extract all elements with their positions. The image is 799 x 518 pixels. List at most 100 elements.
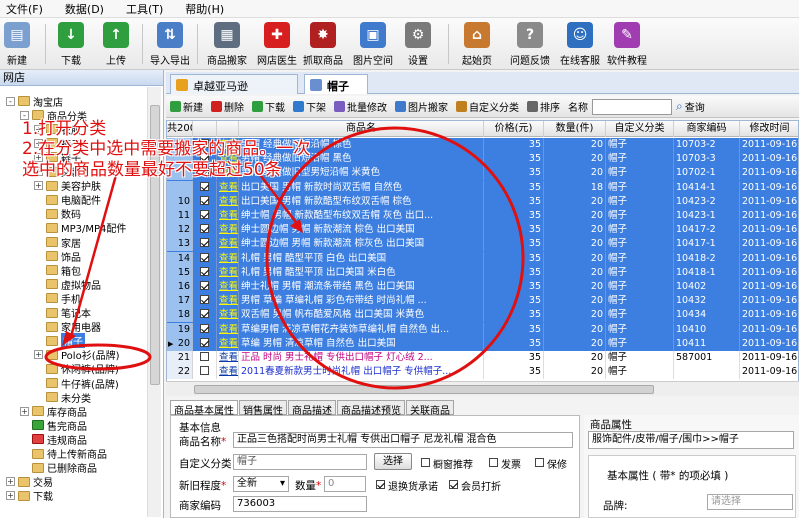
property-tab-0[interactable]: 商品基本属性 [170,400,238,417]
menu-item-3[interactable]: 帮助(H) [185,1,224,17]
grid-tool-7[interactable]: 排序 [527,99,560,114]
row-checkbox[interactable] [200,337,209,347]
toolbar-button-12[interactable]: ✎ 软件教程 [607,20,647,68]
table-row[interactable]: 13 查看 绅士圆边帽 男帽 新款潮流 棕灰色 出口美国 35 20 帽子 10417-1 2… [167,237,798,252]
category-input[interactable]: 帽子 [233,454,367,470]
table-row[interactable]: 19 查看 草编男帽 清凉草帽花卉装饰草编礼帽 自然色 出... 35 20 帽子 1041… [167,322,798,337]
quantity-input[interactable]: 0 [324,476,366,492]
grid-tool-3[interactable]: 下架 [293,99,326,114]
property-tab-2[interactable]: 商品描述 [288,400,336,417]
table-row[interactable]: ▶ 20 查看 草编 男帽 清凉草帽 自然色 出口美国 35 20 帽子 10411 2011-… [167,336,798,351]
row-checkbox-cell[interactable] [193,365,217,380]
row-checkbox-cell[interactable] [193,308,217,323]
row-checkbox[interactable] [200,195,209,205]
column-header-4[interactable]: 价格(元) [484,121,544,137]
tree-item-12[interactable]: 箱包 [34,263,81,278]
toolbar-button-4[interactable]: ▦ 商品搬家 [207,20,247,68]
view-link-cell[interactable]: 查看 [217,308,239,323]
tree-item-10[interactable]: 家居 [34,235,81,250]
table-row[interactable]: 21 查看 正品 时尚 男士礼帽 专供出口帽子 灯心绒 2... 35 20 帽子 5870… [167,351,798,365]
table-row[interactable]: 15 查看 礼帽 男帽 酷型平顶 出口美国 米白色 35 20 帽子 10418-1 2011… [167,265,798,280]
row-checkbox[interactable] [200,210,209,219]
grid-tool-1[interactable]: 删除 [211,99,244,114]
view-link[interactable]: 查看 [219,196,238,207]
view-link[interactable]: 查看 [219,253,238,264]
column-header-6[interactable]: 自定义分类 [606,121,674,137]
view-link-cell[interactable]: 查看 [217,265,239,280]
view-link-cell[interactable]: 查看 [217,223,239,238]
row-checkbox-cell[interactable] [193,223,217,238]
tree-item-8[interactable]: 数码 [34,207,81,221]
expand-icon[interactable]: + [6,477,15,487]
condition-select[interactable]: 全新 ▾ [233,476,289,492]
row-checkbox-cell[interactable] [193,209,217,223]
view-link[interactable]: 查看 [219,281,238,292]
tree-item-13[interactable]: 虚拟物品 [34,277,101,292]
grid-tool-6[interactable]: 自定义分类 [456,99,519,114]
tree-item-27[interactable]: + 交易 [6,475,53,489]
tree-item-22[interactable]: + 库存商品 [20,404,87,419]
row-checkbox-cell[interactable] [193,237,217,252]
brand-select[interactable]: 请选择 [707,494,793,510]
row-checkbox[interactable] [200,238,209,248]
tree-item-11[interactable]: 饰品 [34,249,81,264]
menu-item-1[interactable]: 数据(D) [65,1,104,17]
view-link[interactable]: 查看 [219,182,238,193]
view-link-cell[interactable]: 查看 [217,351,239,365]
product-name-input[interactable]: 正品三色搭配时尚男士礼帽 专供出口帽子 尼龙礼帽 混合色 [233,432,573,448]
view-link-cell[interactable]: 查看 [217,237,239,252]
view-link-cell[interactable]: 查看 [217,180,239,195]
tree-item-25[interactable]: 待上传新商品 [20,447,107,461]
view-link[interactable]: 查看 [219,309,238,320]
collapse-icon[interactable]: - [6,96,15,106]
view-link[interactable]: 查看 [219,352,238,363]
view-link[interactable]: 查看 [219,366,238,377]
grid-horizontal-scrollbar[interactable] [166,381,799,396]
grid-tool-2[interactable]: 下载 [252,99,285,114]
toolbar-button-0[interactable]: ▤ 新建 [4,20,30,68]
view-link[interactable]: 查看 [219,238,238,249]
table-row[interactable]: 22 查看 2011春夏新款男士时尚礼帽 出口帽子 专供帽子... 35 20 帽子 201… [167,365,798,380]
row-checkbox[interactable] [200,295,209,305]
row-checkbox-cell[interactable] [193,322,217,337]
view-link-cell[interactable]: 查看 [217,194,239,209]
tree-item-6[interactable]: + 美容护肤 [34,179,101,193]
tree-item-14[interactable]: 手机 [34,291,81,306]
row-checkbox-cell[interactable] [193,351,217,365]
toolbar-button-10[interactable]: ? 问题反馈 [510,20,550,68]
tree-item-7[interactable]: 电脑配件 [34,193,101,207]
table-row[interactable]: 17 查看 男帽 草编 草编礼帽 彩色布带结 时尚礼帽 ... 35 20 帽子 10432… [167,294,798,309]
grid-tool-0[interactable]: 新建 [170,99,203,114]
table-row[interactable]: 10 查看 出口美国 男帽 新款酷型布纹双舌帽 棕色 35 20 帽子 10423-2 201… [167,194,798,209]
row-checkbox-cell[interactable] [193,280,217,294]
menu-item-0[interactable]: 文件(F) [6,1,43,17]
expand-icon[interactable]: + [34,181,43,191]
tree-item-18[interactable]: + Polo衫(品牌) [34,348,120,362]
view-link[interactable]: 查看 [219,295,238,306]
row-checkbox-cell[interactable] [193,251,217,266]
property-tab-3[interactable]: 商品描述预览 [337,400,405,417]
return-promise-checkbox[interactable]: 退换货承诺 [376,478,438,493]
row-checkbox-cell[interactable] [193,194,217,209]
merchant-code-input[interactable]: 736003 [233,496,367,512]
query-button[interactable]: ⌕ 查询 [676,99,705,114]
table-row[interactable]: 18 查看 双舌帽 男帽 帆布酷爱风格 出口美国 米黄色 35 20 帽子 10434 201… [167,308,798,323]
tab-0[interactable]: 卓越亚马逊 [170,74,298,94]
toolbar-button-7[interactable]: ▣ 图片空间 [353,20,393,68]
member-discount-checkbox[interactable]: 会员打折 [449,478,501,493]
tree-item-16[interactable]: 家用电器 [34,320,101,334]
toolbar-button-6[interactable]: ✸ 抓取商品 [303,20,343,68]
menu-item-2[interactable]: 工具(T) [126,1,163,17]
row-checkbox-cell[interactable] [193,336,217,351]
expand-icon[interactable]: + [20,406,29,416]
row-checkbox-cell[interactable] [193,180,217,195]
category-path-select[interactable]: 服饰配件/皮带/帽子/围巾>>帽子 [588,431,794,449]
row-checkbox[interactable] [200,266,209,276]
view-link-cell[interactable]: 查看 [217,365,239,380]
toolbar-button-11[interactable]: ☺ 在线客服 [560,20,600,68]
view-link[interactable]: 查看 [219,210,238,221]
expand-icon[interactable]: + [34,350,43,360]
toolbar-button-1[interactable]: ↓ 下载 [58,20,84,68]
tree-item-28[interactable]: + 下载 [6,489,53,503]
row-checkbox[interactable] [200,252,209,262]
